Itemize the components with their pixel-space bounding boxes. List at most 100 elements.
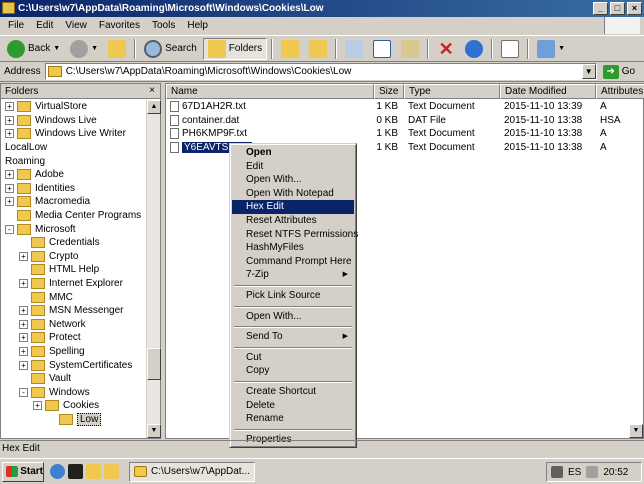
expand-icon[interactable]: + (5, 170, 14, 180)
context-menu-item[interactable]: Command Prompt Here (232, 255, 354, 269)
taskbar-window-button[interactable]: C:\Users\w7\AppDat... (129, 461, 255, 482)
context-menu-item[interactable]: Open With... (232, 310, 354, 324)
tree-item[interactable]: - Windows (1, 385, 147, 399)
context-menu-item[interactable]: Pick Link Source (232, 289, 354, 303)
context-menu-item[interactable]: Create Shortcut (232, 385, 354, 399)
language-indicator[interactable]: ES (568, 467, 581, 478)
context-menu-item[interactable]: Open (232, 146, 354, 160)
tree-item[interactable]: + Spelling (1, 345, 147, 359)
undo-button[interactable] (461, 38, 487, 60)
chevron-down-icon[interactable]: ▼ (53, 45, 60, 52)
tree-item[interactable]: + Macromedia (1, 195, 147, 209)
tree-item[interactable]: LocalLow (1, 141, 147, 155)
cut-button[interactable] (369, 38, 395, 60)
scroll-down-button[interactable]: ▼ (147, 424, 161, 438)
forward-button[interactable]: ▼ (66, 38, 102, 60)
address-input[interactable]: C:\Users\w7\AppData\Roaming\Microsoft\Wi… (44, 63, 597, 80)
tree-item[interactable]: Vault (1, 372, 147, 386)
delete-button[interactable]: ✕ (433, 38, 459, 60)
collapse-icon[interactable]: - (19, 387, 28, 397)
go-button[interactable]: ➜ Go (602, 64, 635, 79)
tree-item[interactable]: - Microsoft (1, 222, 147, 236)
context-menu-item[interactable]: Open With Notepad (232, 187, 354, 201)
column-date-modified[interactable]: Date Modified (500, 84, 596, 99)
tree-item[interactable]: + Windows Live (1, 114, 147, 128)
expand-icon[interactable]: + (19, 251, 28, 261)
tree-item[interactable]: + Network (1, 318, 147, 332)
chevron-down-icon[interactable]: ▼ (558, 45, 565, 52)
clock[interactable]: 20:52 (603, 467, 628, 478)
tree-item[interactable]: + SystemCertificates (1, 358, 147, 372)
tree-item[interactable]: + Identities (1, 182, 147, 196)
scroll-thumb[interactable] (147, 348, 161, 380)
internet-explorer-icon[interactable] (50, 464, 65, 479)
move-to-button[interactable] (277, 38, 303, 60)
context-menu-item[interactable]: 7-Zip ▶ (232, 268, 354, 282)
expand-icon[interactable]: + (19, 279, 28, 289)
tree-item[interactable]: Credentials (1, 236, 147, 250)
search-button[interactable]: Search (140, 38, 201, 60)
expand-icon[interactable]: + (5, 197, 14, 207)
context-menu-item[interactable]: Open With... (232, 173, 354, 187)
tree-item[interactable]: + Crypto (1, 250, 147, 264)
network-icon[interactable] (551, 466, 563, 478)
properties-button[interactable] (497, 38, 523, 60)
context-menu-item[interactable]: Rename (232, 412, 354, 426)
tree-item[interactable]: + Protect (1, 331, 147, 345)
up-button[interactable] (104, 38, 130, 60)
file-row[interactable]: 67D1AH2R.txt 1 KB Text Document 2015-11-10 … (166, 100, 644, 114)
close-icon[interactable]: × (146, 85, 158, 97)
tree-item[interactable]: + Adobe (1, 168, 147, 182)
back-button[interactable]: Back ▼ (3, 38, 64, 60)
file-row[interactable]: container.dat 0 KB DAT File 2015-11-10 13:3… (166, 114, 644, 128)
menu-view[interactable]: View (59, 20, 93, 31)
context-menu-item[interactable]: Delete (232, 399, 354, 413)
expand-icon[interactable]: + (5, 129, 14, 139)
expand-icon[interactable]: + (19, 346, 28, 356)
maximize-button[interactable]: □ (610, 2, 625, 15)
context-menu-item[interactable]: Edit (232, 160, 354, 174)
expand-icon[interactable]: + (19, 319, 28, 329)
address-dropdown-button[interactable]: ▼ (581, 64, 596, 79)
scroll-up-button[interactable]: ▲ (147, 100, 161, 114)
copy-button[interactable] (341, 38, 367, 60)
copy-to-button[interactable] (305, 38, 331, 60)
command-prompt-icon[interactable] (68, 464, 83, 479)
menu-edit[interactable]: Edit (30, 20, 59, 31)
context-menu-item[interactable]: Copy (232, 364, 354, 378)
explorer-icon[interactable] (86, 464, 101, 479)
start-button[interactable]: Start (2, 461, 44, 482)
tree-item[interactable]: Media Center Programs (1, 209, 147, 223)
column-attributes[interactable]: Attributes (596, 84, 644, 99)
tree-item[interactable]: + Internet Explorer (1, 277, 147, 291)
tree-item[interactable]: HTML Help (1, 263, 147, 277)
tree-item[interactable]: Low (1, 412, 147, 427)
expand-icon[interactable]: + (5, 102, 14, 112)
tree-item[interactable]: Roaming (1, 154, 147, 168)
menu-file[interactable]: File (2, 20, 30, 31)
menu-favorites[interactable]: Favorites (93, 20, 146, 31)
context-menu-item[interactable]: Reset Attributes (232, 214, 354, 228)
volume-icon[interactable] (586, 466, 599, 478)
menu-help[interactable]: Help (181, 20, 214, 31)
expand-icon[interactable]: + (19, 333, 28, 343)
tree-item[interactable]: + VirtualStore (1, 100, 147, 114)
tree-item[interactable]: + Cookies (1, 399, 147, 413)
context-menu-item[interactable]: Hex Edit (232, 200, 354, 214)
expand-icon[interactable]: + (19, 306, 28, 316)
views-button[interactable]: ▼ (533, 38, 569, 60)
context-menu-item[interactable]: Cut (232, 351, 354, 365)
scroll-down-button[interactable]: ▼ (629, 424, 643, 438)
context-menu-item[interactable]: Send To ▶ (232, 330, 354, 344)
expand-icon[interactable]: + (33, 401, 42, 411)
menu-tools[interactable]: Tools (146, 20, 181, 31)
minimize-button[interactable]: _ (593, 2, 608, 15)
tree-item[interactable]: + Windows Live Writer (1, 127, 147, 141)
folders-button[interactable]: Folders (202, 37, 268, 60)
paste-button[interactable] (397, 38, 423, 60)
expand-icon[interactable]: + (19, 360, 28, 370)
column-name[interactable]: Name (166, 84, 374, 99)
column-type[interactable]: Type (404, 84, 500, 99)
tree-item[interactable]: + MSN Messenger (1, 304, 147, 318)
expand-icon[interactable]: + (5, 115, 14, 125)
